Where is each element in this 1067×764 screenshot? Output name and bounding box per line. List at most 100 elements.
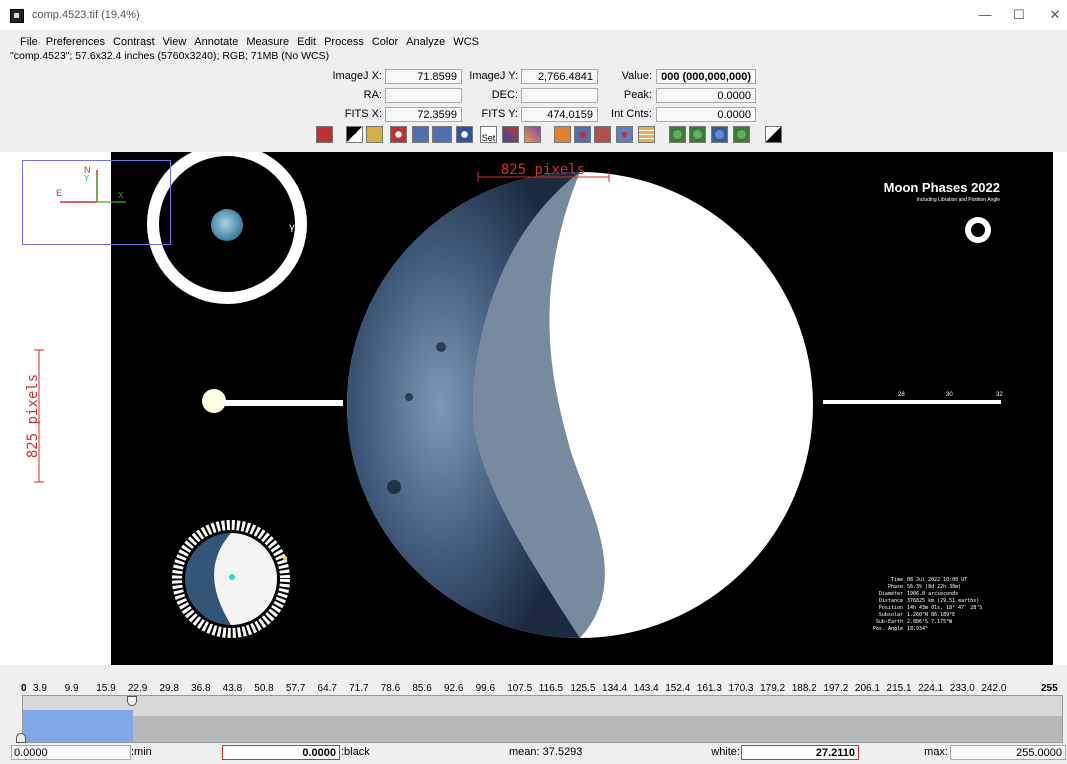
- color-tools-icon[interactable]: [524, 126, 541, 143]
- histogram-tick-label: 107.5: [507, 683, 533, 694]
- zoom-in-icon[interactable]: [669, 126, 686, 143]
- imagej-x-field[interactable]: 71.8599: [385, 69, 462, 84]
- stat-value: 18.934°: [907, 626, 928, 632]
- stat-value: 2.086°S 7.175°W: [907, 619, 953, 625]
- ra-label: RA:: [363, 89, 382, 101]
- maximize-button[interactable]: ☐: [1004, 6, 1034, 24]
- layers-icon[interactable]: [346, 126, 363, 143]
- stat-label: Distance: [879, 598, 903, 604]
- histogram-tick-label: 22.9: [127, 683, 148, 694]
- white-slider-handle[interactable]: [127, 696, 137, 706]
- compass-overlay: N Y E X: [22, 160, 171, 245]
- menu-edit[interactable]: Edit: [293, 34, 320, 50]
- aperture-icon[interactable]: [390, 126, 407, 143]
- frame-icon[interactable]: [366, 126, 383, 143]
- aperture-ring-icon[interactable]: [456, 126, 473, 143]
- set-icon[interactable]: Set: [480, 126, 497, 143]
- app-icon: [10, 9, 24, 23]
- dec-field[interactable]: [521, 88, 598, 103]
- scale-bar-left: 825 pixels: [25, 349, 44, 483]
- histogram-selection: [23, 710, 133, 742]
- histogram-tick-label: 233.0: [949, 683, 975, 694]
- moon-crater: [387, 480, 401, 494]
- tools-icon[interactable]: [502, 126, 519, 143]
- max-field[interactable]: 255.0000: [950, 745, 1066, 760]
- ra-field[interactable]: [385, 88, 462, 103]
- crosshair-icon[interactable]: [616, 126, 633, 143]
- int-cnts-field[interactable]: 0.0000: [656, 107, 756, 122]
- stat-label: Pos. Angle: [873, 626, 903, 632]
- menu-analyze[interactable]: Analyze: [402, 34, 449, 50]
- timeline-label: 32: [996, 392, 1003, 398]
- histogram[interactable]: [22, 695, 1063, 743]
- libration-lit: [214, 533, 277, 625]
- image-canvas[interactable]: 28 30 32 γ Moon Phases 2022 Including Li…: [111, 152, 1053, 665]
- menu-measure[interactable]: Measure: [242, 34, 293, 50]
- black-slider-handle[interactable]: [16, 733, 26, 743]
- edit-icon[interactable]: [554, 126, 571, 143]
- minimize-button[interactable]: —: [970, 6, 1000, 24]
- histogram-tick-label: 85.6: [412, 683, 432, 694]
- peak-label: Peak:: [623, 89, 652, 101]
- menu-preferences[interactable]: Preferences: [42, 34, 109, 50]
- histogram-tick-label: 36.8: [191, 683, 211, 694]
- stat-value: 1906.0 arcseconds: [907, 591, 958, 597]
- histogram-tick-label: 197.2: [823, 683, 849, 694]
- mean-label: mean: 37.5293: [509, 746, 583, 758]
- menu-annotate[interactable]: Annotate: [190, 34, 242, 50]
- sub-earth-marker-icon: [229, 574, 235, 580]
- fits-y-field[interactable]: 474.0159: [521, 107, 598, 122]
- copy-icon[interactable]: [594, 126, 611, 143]
- image-svg: 28 30 32 γ Moon Phases 2022 Including Li…: [147, 152, 1003, 638]
- window-title: comp.4523.tif (19.4%): [32, 9, 140, 21]
- menu-color[interactable]: Color: [368, 34, 402, 50]
- scale-label-top: 825 pixels: [501, 162, 585, 178]
- zoom-reset-icon[interactable]: [733, 126, 750, 143]
- value-field[interactable]: 000 (000,000,000): [656, 69, 756, 84]
- histogram-tick-label: 43.8: [222, 683, 243, 694]
- circles-icon[interactable]: [574, 126, 591, 143]
- earth-globe-icon: [211, 209, 243, 241]
- menu-process[interactable]: Process: [320, 34, 368, 50]
- imagej-y-field[interactable]: 2,766.4841: [521, 69, 598, 84]
- compass-y-label: Y: [84, 174, 90, 183]
- compass-e-label: E: [56, 188, 62, 198]
- zoom-fit-icon[interactable]: [689, 126, 706, 143]
- contrast-icon[interactable]: [765, 126, 782, 143]
- timeline-bar-left: [223, 400, 343, 406]
- stat-value: 376825 km (29.51 earths): [907, 598, 979, 604]
- aperture-1-icon[interactable]: [412, 126, 429, 143]
- menu-file[interactable]: File: [16, 34, 42, 50]
- poster-title: Moon Phases 2022: [884, 180, 1000, 195]
- peak-field[interactable]: 0.0000: [656, 88, 756, 103]
- stat-label: Position: [879, 605, 903, 611]
- delete-icon[interactable]: [316, 126, 333, 143]
- fits-x-field[interactable]: 72.3599: [385, 107, 462, 122]
- stat-label: Phase: [888, 584, 903, 590]
- stat-label: Subsolar: [879, 612, 903, 618]
- stat-value: 56.3% (8d 22h 38m): [907, 584, 961, 590]
- menu-wcs[interactable]: WCS: [449, 34, 483, 50]
- table-icon[interactable]: [638, 126, 655, 143]
- min-field[interactable]: 0.0000: [11, 745, 131, 760]
- value-label: Value:: [621, 70, 652, 82]
- aperture-2-icon[interactable]: [432, 126, 452, 143]
- histogram-tick-label: 116.5: [538, 683, 564, 694]
- scale-label-left: 825 pixels: [25, 374, 41, 458]
- image-info: "comp.4523"; 57.6x32.4 inches (5760x3240…: [10, 50, 330, 62]
- stat-label: Time: [891, 577, 903, 583]
- zoom-out-icon[interactable]: [711, 126, 728, 143]
- black-field[interactable]: 0.0000: [222, 745, 340, 760]
- histogram-tick-label: 224.1: [918, 683, 944, 694]
- min-label: :min: [131, 746, 152, 758]
- title-bar: comp.4523.tif (19.4%) — ☐ ✕: [0, 0, 1067, 30]
- fits-y-label: FITS Y:: [481, 108, 518, 120]
- white-field[interactable]: 27.2110: [741, 745, 859, 760]
- menu-contrast[interactable]: Contrast: [109, 34, 159, 50]
- histogram-tick-label: 125.5: [570, 683, 596, 694]
- histogram-tick-label: 78.6: [380, 683, 401, 694]
- timeline-label: 30: [946, 392, 953, 398]
- close-button[interactable]: ✕: [1040, 6, 1067, 24]
- histogram-tick-label: 170.3: [728, 683, 754, 694]
- menu-view[interactable]: View: [159, 34, 191, 50]
